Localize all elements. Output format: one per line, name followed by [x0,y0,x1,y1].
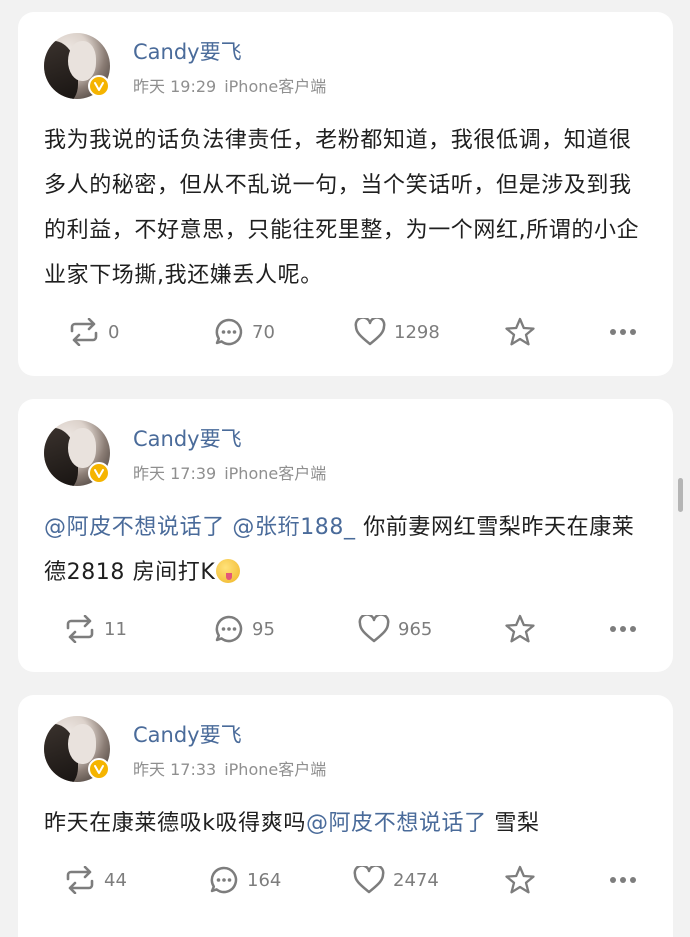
repost-button[interactable]: 44 [64,860,127,900]
post-time: 昨天 17:39 [133,464,217,483]
like-count: 2474 [393,869,439,891]
post-text-run: 我为我说的话负法律责任，老粉都知道，我很低调，知道很多人的秘密，但从不乱说一句，… [44,128,640,288]
post-time: 昨天 17:33 [133,760,217,779]
post-source[interactable]: iPhone客户端 [224,77,326,96]
like-button[interactable]: 2474 [353,860,439,900]
more-button[interactable] [609,860,637,900]
more-button[interactable] [609,609,637,649]
post-text: @阿皮不想说话了 @张珩188_ 你前妻网红雪梨昨天在康莱德2818 房间打K [44,505,654,595]
like-icon [354,318,386,346]
action-bar: 44 164 2474 [18,860,673,900]
weibo-feed: Candy要飞 昨天 19:29 iPhone客户端 我为我说的话负法律责任，老粉… [0,0,690,937]
action-bar: 0 70 1298 [18,312,673,352]
comment-button[interactable]: 95 [214,609,275,649]
repost-count: 11 [104,618,127,640]
repost-button[interactable]: 0 [68,312,119,352]
favorite-button[interactable] [504,860,536,900]
verified-badge-icon [88,462,110,484]
author-name[interactable]: Candy要飞 [133,36,242,66]
repost-count: 0 [108,321,120,343]
verified-badge-icon [88,75,110,97]
like-icon [353,866,385,894]
author-name[interactable]: Candy要飞 [133,719,242,749]
post-meta: 昨天 17:39 iPhone客户端 [133,460,326,484]
tongue-emoji [216,559,241,583]
like-icon [358,615,390,643]
like-count: 1298 [394,321,440,343]
post-card: Candy要飞 昨天 17:33 iPhone客户端 昨天在康莱德吸k吸得爽吗@阿… [18,695,673,937]
comment-icon [209,865,239,895]
author-name[interactable]: Candy要飞 [133,423,242,453]
post-meta: 昨天 19:29 iPhone客户端 [133,73,326,97]
comment-button[interactable]: 70 [214,312,275,352]
like-button[interactable]: 1298 [354,312,440,352]
post-card: Candy要飞 昨天 19:29 iPhone客户端 我为我说的话负法律责任，老粉… [18,12,673,376]
more-icon [609,328,637,336]
post-time: 昨天 19:29 [133,77,217,96]
repost-count: 44 [104,869,127,891]
mention-link[interactable]: @阿皮不想说话了 [306,811,487,836]
star-icon [504,317,536,347]
scrollbar[interactable] [678,478,683,512]
star-icon [504,865,536,895]
post-card: Candy要飞 昨天 17:39 iPhone客户端 @阿皮不想说话了 @张珩18… [18,399,673,672]
post-text-run: 昨天在康莱德吸k吸得爽吗 [44,811,306,836]
post-text: 昨天在康莱德吸k吸得爽吗@阿皮不想说话了 雪梨 [44,801,654,846]
post-text-run: 雪梨 [486,811,540,836]
more-button[interactable] [609,312,637,352]
repost-icon [68,318,100,346]
repost-icon [64,615,96,643]
mention-link[interactable]: @阿皮不想说话了 [44,515,225,540]
post-text: 我为我说的话负法律责任，老粉都知道，我很低调，知道很多人的秘密，但从不乱说一句，… [44,118,654,298]
comment-icon [214,614,244,644]
comment-count: 70 [252,321,275,343]
more-icon [609,876,637,884]
like-count: 965 [398,618,433,640]
repost-button[interactable]: 11 [64,609,127,649]
like-button[interactable]: 965 [358,609,432,649]
post-source[interactable]: iPhone客户端 [224,464,326,483]
mention-link[interactable]: @张珩188_ [232,515,355,540]
comment-button[interactable]: 164 [209,860,281,900]
more-icon [609,625,637,633]
favorite-button[interactable] [504,609,536,649]
repost-icon [64,866,96,894]
comment-count: 95 [252,618,275,640]
verified-badge-icon [88,758,110,780]
post-source[interactable]: iPhone客户端 [224,760,326,779]
comment-icon [214,317,244,347]
star-icon [504,614,536,644]
comment-count: 164 [247,869,282,891]
post-meta: 昨天 17:33 iPhone客户端 [133,756,326,780]
favorite-button[interactable] [504,312,536,352]
action-bar: 11 95 965 [18,609,673,649]
